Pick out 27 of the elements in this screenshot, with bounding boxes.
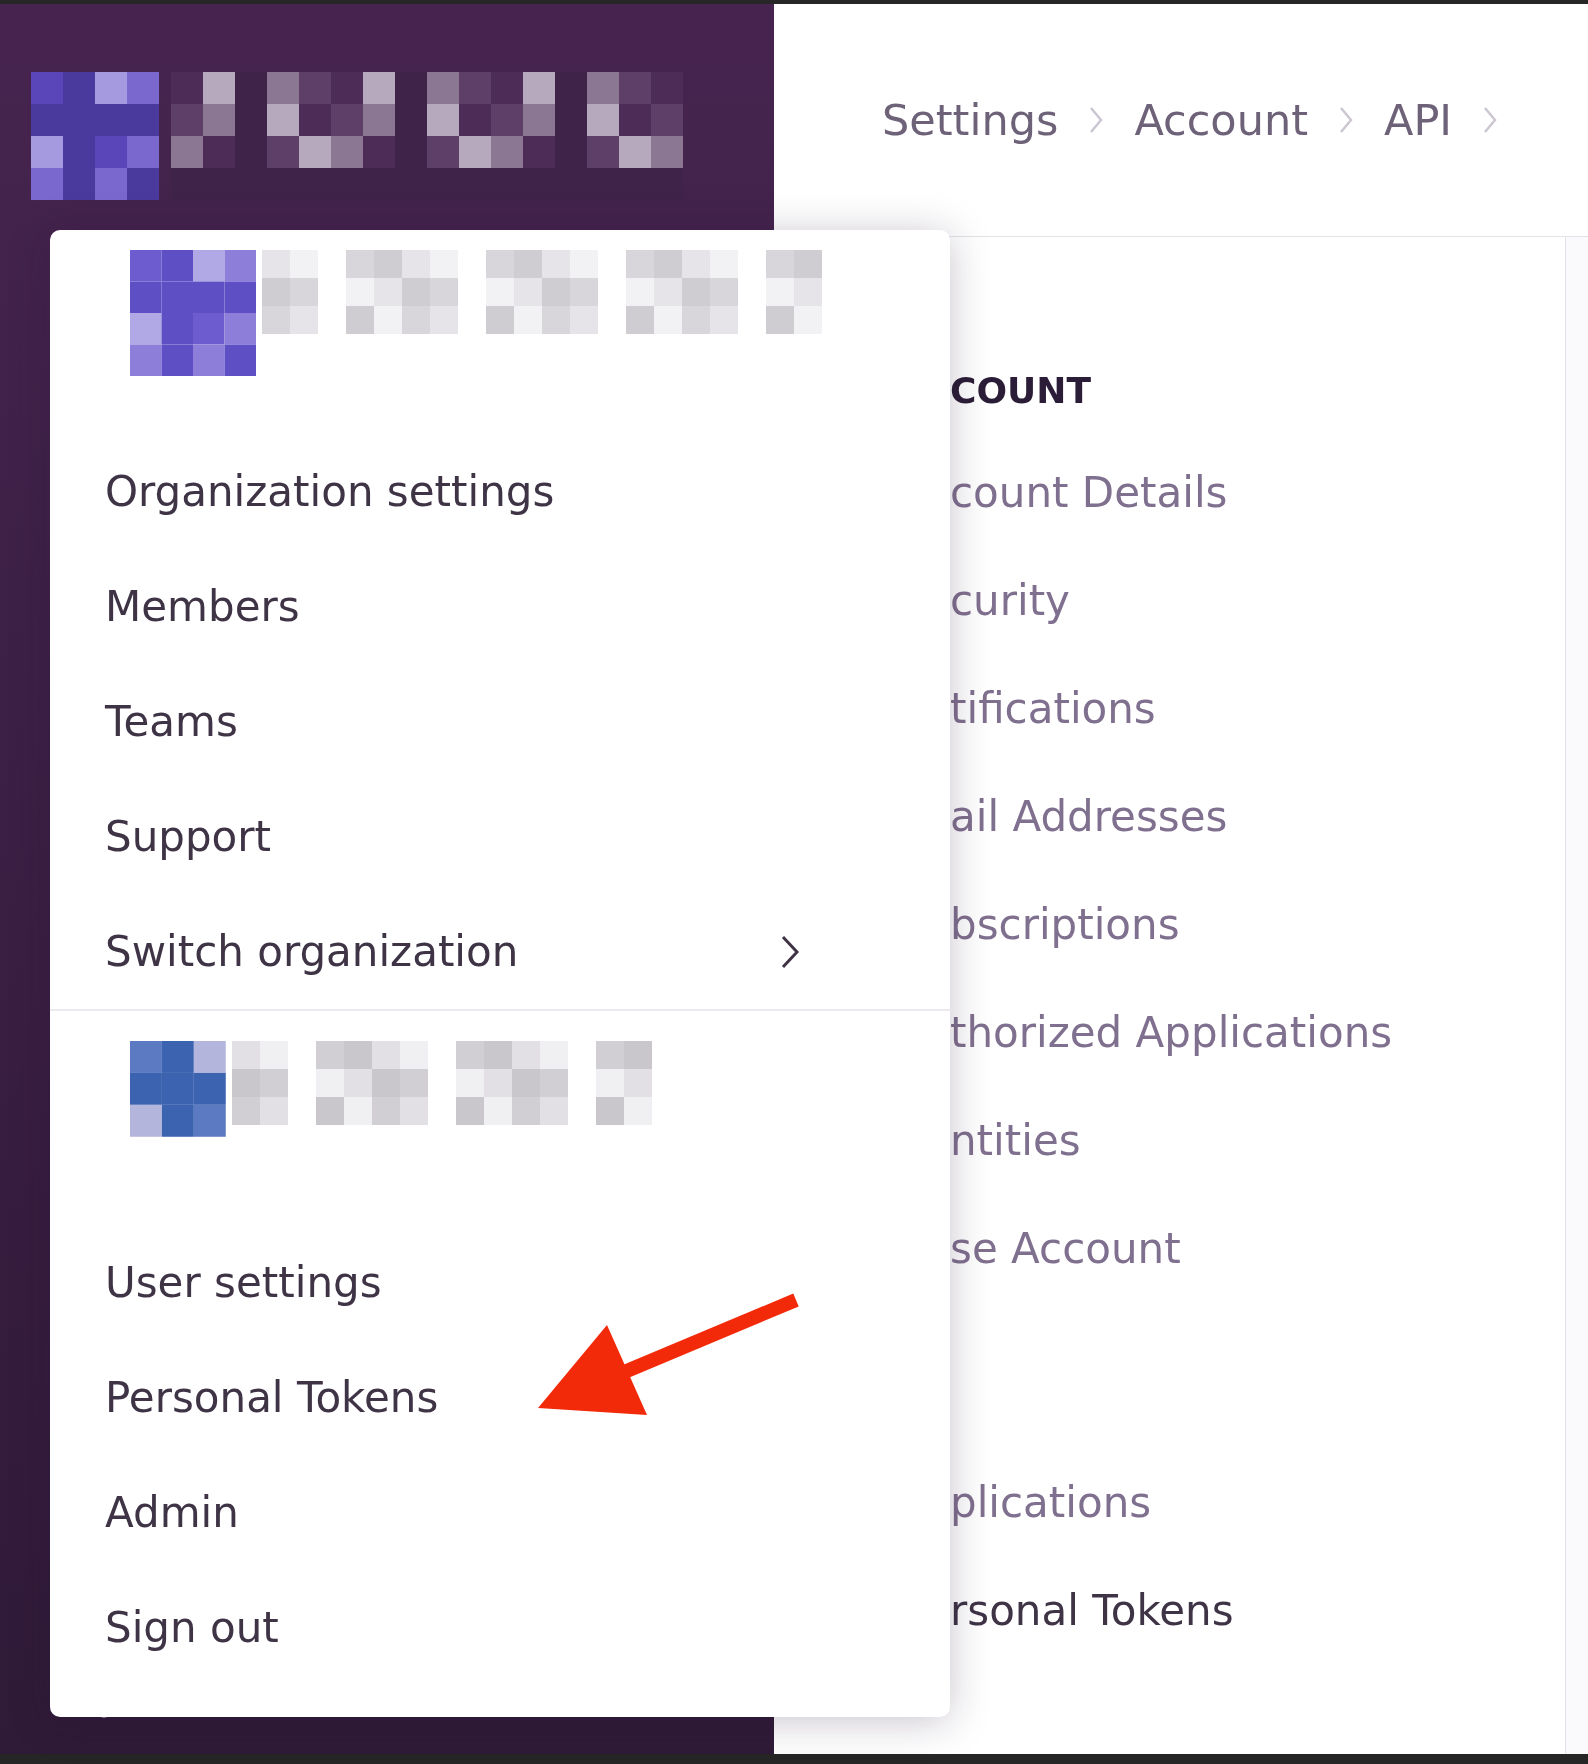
- chevron-icon: [1338, 105, 1354, 135]
- settings-nav-item[interactable]: curity: [950, 546, 1565, 654]
- settings-nav-item[interactable]: bscriptions: [950, 870, 1565, 978]
- settings-nav-item[interactable]: tifications: [950, 654, 1565, 762]
- breadcrumb-link[interactable]: Settings: [882, 95, 1059, 145]
- menu-item[interactable]: Sign out: [50, 1570, 950, 1685]
- chevron-icon: [780, 933, 800, 970]
- chevron-icon: [1088, 105, 1105, 135]
- settings-nav-item[interactable]: se Account: [950, 1194, 1565, 1302]
- menu-item[interactable]: Support: [50, 779, 950, 894]
- settings-nav-item[interactable]: count Details: [950, 438, 1565, 546]
- menu-item[interactable]: Members: [50, 549, 950, 664]
- breadcrumb-link[interactable]: Account: [1134, 95, 1308, 145]
- menu-item[interactable]: Teams: [50, 664, 950, 779]
- settings-nav-item[interactable]: rsonal Tokens: [950, 1556, 1565, 1664]
- menu-item[interactable]: Switch organization: [50, 894, 950, 1009]
- menu-item[interactable]: Admin: [50, 1455, 950, 1570]
- menu-item[interactable]: User settings: [50, 1225, 950, 1340]
- settings-nav-item[interactable]: ntities: [950, 1086, 1565, 1194]
- menu-item[interactable]: Personal Tokens: [50, 1340, 950, 1455]
- menu-item[interactable]: Organization settings: [50, 434, 950, 549]
- settings-nav-item[interactable]: thorized Applications: [950, 978, 1565, 1086]
- nav-heading: COUNT: [950, 368, 1092, 413]
- breadcrumb-link[interactable]: API: [1384, 95, 1453, 145]
- chevron-icon: [1482, 105, 1499, 135]
- settings-nav-item[interactable]: plications: [950, 1448, 1565, 1556]
- settings-nav-item[interactable]: ail Addresses: [950, 762, 1565, 870]
